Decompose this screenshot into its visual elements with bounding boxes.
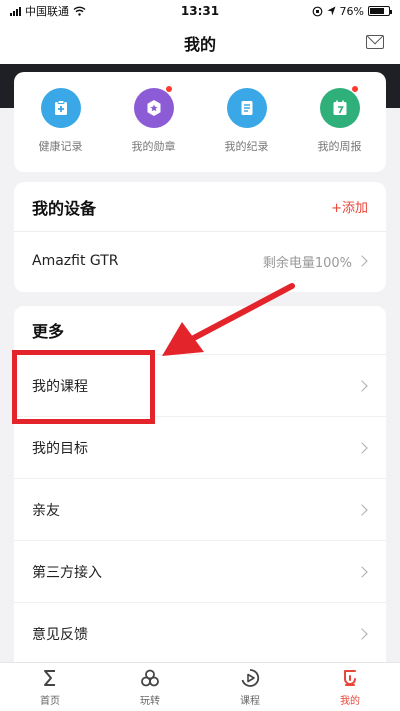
- chevron-right-icon: [356, 379, 368, 392]
- menu-item-label: 第三方接入: [32, 564, 102, 581]
- more-header: 更多: [14, 306, 386, 354]
- chevron-right-icon: [356, 565, 368, 578]
- shortcuts-card: 健康记录 我的勋章 我的纪录 我的周报: [14, 72, 386, 172]
- status-bar: 中国联通 13:31 76%: [0, 0, 400, 22]
- health-record-icon: [40, 88, 81, 128]
- battery-percent: 76%: [339, 4, 364, 18]
- battery-icon: [368, 6, 392, 16]
- shortcut-label: 我的纪录: [224, 140, 269, 153]
- more-title: 更多: [32, 322, 65, 341]
- devices-card: 我的设备 +添加 Amazfit GTR 剩余电量100%: [14, 182, 386, 292]
- location-icon: [327, 6, 336, 16]
- clock: 13:31: [180, 4, 220, 18]
- orientation-lock-icon: [312, 6, 322, 16]
- menu-item-label: 我的课程: [32, 378, 88, 395]
- device-row[interactable]: Amazfit GTR 剩余电量100%: [14, 232, 386, 290]
- nav-bar: 我的: [0, 22, 400, 64]
- shortcut-label: 我的勋章: [131, 140, 176, 153]
- chevron-right-icon: [356, 441, 368, 454]
- weekly-report-icon: [319, 88, 360, 128]
- menu-item-goals[interactable]: 我的目标: [14, 416, 386, 478]
- shortcut-label: 我的周报: [317, 140, 362, 153]
- profile-icon: [344, 670, 356, 686]
- devices-header: 我的设备 +添加: [14, 182, 386, 232]
- medal-icon: [133, 88, 174, 128]
- chevron-right-icon: [356, 503, 368, 516]
- page-title: 我的: [183, 35, 216, 54]
- chevron-right-icon: [356, 255, 368, 267]
- menu-item-courses[interactable]: 我的课程: [14, 354, 386, 416]
- tab-label: 玩转: [140, 696, 160, 707]
- signal-icon: [10, 6, 21, 16]
- tab-courses[interactable]: 课程: [210, 667, 290, 707]
- tab-label: 课程: [240, 696, 260, 707]
- shortcut-medal[interactable]: 我的勋章: [114, 86, 194, 172]
- notification-dot: [165, 86, 172, 92]
- menu-item-feedback[interactable]: 意见反馈: [14, 602, 386, 664]
- add-device-button[interactable]: +添加: [331, 197, 368, 216]
- shortcut-records[interactable]: 我的纪录: [207, 88, 287, 172]
- notification-dot: [351, 86, 358, 92]
- menu-item-family[interactable]: 亲友: [14, 478, 386, 540]
- mail-icon[interactable]: [366, 35, 384, 49]
- battery-fill: [370, 8, 384, 14]
- shortcut-weekly-report[interactable]: 我的周报: [300, 86, 380, 172]
- device-battery: 剩余电量100%: [262, 255, 352, 271]
- shortcut-health-record[interactable]: 健康记录: [21, 88, 101, 172]
- records-icon: [226, 88, 267, 128]
- sigma-icon: [44, 670, 55, 686]
- menu-item-label: 我的目标: [32, 440, 88, 457]
- play-icon: [241, 669, 260, 687]
- wifi-icon: [73, 6, 86, 16]
- shortcut-label: 健康记录: [38, 140, 83, 153]
- tab-profile[interactable]: 我的: [310, 667, 390, 707]
- loop-icon: [141, 669, 159, 687]
- tab-label: 我的: [340, 696, 360, 707]
- tab-explore[interactable]: 玩转: [110, 667, 190, 707]
- device-name: Amazfit GTR: [32, 253, 119, 269]
- tab-home[interactable]: 首页: [10, 667, 90, 707]
- menu-item-third-party[interactable]: 第三方接入: [14, 540, 386, 602]
- devices-title: 我的设备: [32, 198, 97, 218]
- tab-bar: 首页 玩转 课程 我的: [0, 662, 400, 711]
- tab-label: 首页: [40, 696, 60, 707]
- menu-item-label: 亲友: [32, 502, 60, 519]
- more-card: 更多 我的课程 我的目标 亲友 第三方接入 意见反馈: [14, 306, 386, 676]
- chevron-right-icon: [356, 627, 368, 640]
- carrier-label: 中国联通: [25, 5, 69, 18]
- menu-item-label: 意见反馈: [32, 626, 88, 643]
